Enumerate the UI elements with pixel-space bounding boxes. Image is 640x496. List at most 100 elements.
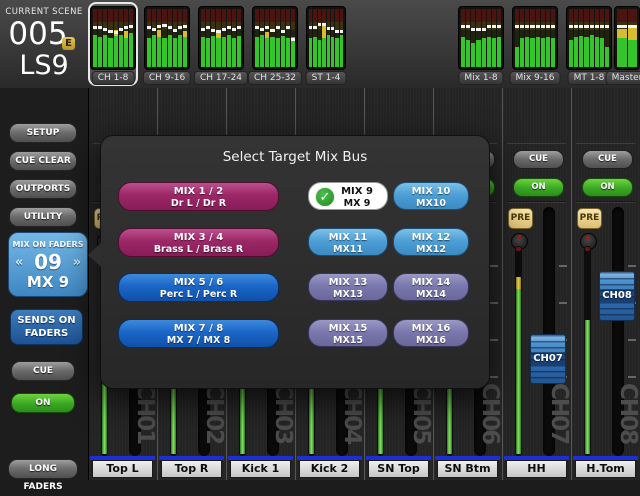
meter-bar bbox=[605, 9, 609, 67]
meter-group-label: Master bbox=[606, 71, 640, 85]
button-line2: MX10 bbox=[394, 198, 468, 209]
meter-bar bbox=[530, 9, 534, 67]
channel-name-ch08[interactable]: H.Tom bbox=[575, 460, 636, 478]
channel-id-watermark: CH02 bbox=[203, 383, 225, 457]
channel-strip-ch08: CUEONPRECH08CH08H.Tom bbox=[572, 88, 640, 480]
knob-indicator bbox=[517, 235, 521, 239]
button-line2: MX 7 / MX 8 bbox=[119, 335, 278, 346]
button-line1: MIX 13 bbox=[309, 277, 387, 289]
on-button[interactable]: ON bbox=[582, 178, 633, 197]
cue-master-button[interactable]: CUE bbox=[11, 361, 75, 381]
cue-clear-button[interactable]: CUE CLEAR bbox=[9, 151, 77, 171]
sends-on-faders-button[interactable]: SENDS ON FADERS bbox=[10, 309, 83, 345]
meter-bar bbox=[124, 9, 128, 67]
channel-name-ch07[interactable]: HH bbox=[506, 460, 567, 478]
meter-bar bbox=[309, 9, 312, 67]
mix-pair-button-mix-7-8[interactable]: MIX 7 / 8MX 7 / MX 8 bbox=[118, 319, 279, 348]
mix-pair-button-mix-3-4[interactable]: MIX 3 / 4Brass L / Brass R bbox=[118, 228, 279, 257]
meter-bar bbox=[492, 9, 496, 67]
meter-group-ch-1-8[interactable]: CH 1-8 bbox=[90, 4, 136, 84]
meter-group-mt-1-8[interactable]: MT 1-8 bbox=[566, 4, 612, 84]
fader-tick bbox=[559, 302, 567, 304]
mix-on-faders-title: MIX ON FADERS bbox=[9, 240, 87, 249]
meter-display bbox=[458, 6, 504, 70]
meter-bar bbox=[461, 9, 465, 67]
mix-button-mix-15[interactable]: MIX 15MX15 bbox=[308, 319, 388, 347]
meter-bar bbox=[206, 9, 210, 67]
channel-name-ch04[interactable]: Kick 2 bbox=[299, 460, 360, 478]
channel-name-ch06[interactable]: SN Btm bbox=[437, 460, 498, 478]
mix-button-mix-9[interactable]: ✓MIX 9MX 9 bbox=[308, 182, 388, 210]
meter-group-st-1-4[interactable]: ST 1-4 bbox=[306, 4, 346, 84]
fader-tick bbox=[490, 376, 498, 378]
utility-button[interactable]: UTILITY bbox=[9, 207, 77, 227]
clip-led bbox=[585, 247, 590, 251]
fader-cap-ch07[interactable]: CH07 bbox=[530, 334, 566, 384]
channel-strip-ch07: CUEONPRECH07CH07HH bbox=[503, 88, 572, 480]
cue-button[interactable]: CUE bbox=[582, 150, 633, 169]
meter-group-mix-9-16[interactable]: Mix 9-16 bbox=[512, 4, 558, 84]
sidebar: SETUP CUE CLEAR OUTPORTS UTILITY MIX ON … bbox=[0, 88, 89, 480]
button-line2: MX15 bbox=[309, 335, 387, 346]
meter-bar bbox=[600, 9, 604, 67]
mix-button-mix-12[interactable]: MIX 12MX12 bbox=[393, 228, 469, 256]
button-line2: MX12 bbox=[394, 244, 468, 255]
meter-bar bbox=[119, 9, 123, 67]
button-line2: MX 9 bbox=[327, 198, 387, 209]
fader-cap-label: CH08 bbox=[600, 289, 634, 302]
sends-on-faders-line2: FADERS bbox=[25, 328, 68, 339]
button-line1: MIX 5 / 6 bbox=[119, 277, 278, 289]
fader-cap-label: CH07 bbox=[531, 352, 565, 365]
on-master-button[interactable]: ON bbox=[11, 393, 75, 413]
meter-group-ch-9-16[interactable]: CH 9-16 bbox=[144, 4, 190, 84]
cue-button[interactable]: CUE bbox=[513, 150, 564, 169]
meter-group-master[interactable]: Master bbox=[614, 4, 640, 84]
meter-bar bbox=[93, 9, 97, 67]
channel-name-ch01[interactable]: Top L bbox=[92, 460, 153, 478]
meter-bar bbox=[201, 9, 205, 67]
meter-bar bbox=[162, 9, 166, 67]
meter-bar bbox=[515, 9, 519, 67]
next-mix-arrow-icon[interactable]: » bbox=[73, 255, 81, 270]
mix-button-mix-14[interactable]: MIX 14MX14 bbox=[393, 273, 469, 301]
long-faders-button[interactable]: LONG FADERS bbox=[8, 459, 78, 479]
meter-bar bbox=[327, 9, 330, 67]
meter-bar bbox=[227, 9, 231, 67]
mix-on-faders-panel[interactable]: MIX ON FADERS « 09 » MX 9 bbox=[8, 232, 88, 297]
fader-tick bbox=[490, 302, 498, 304]
button-line1: MIX 1 / 2 bbox=[119, 186, 278, 198]
pre-badge[interactable]: PRE bbox=[577, 208, 602, 229]
meter-bar bbox=[476, 9, 480, 67]
meter-bar bbox=[335, 9, 338, 67]
mix-button-mix-11[interactable]: MIX 11MX11 bbox=[308, 228, 388, 256]
meter-bar bbox=[574, 9, 578, 67]
mix-button-mix-13[interactable]: MIX 13MX13 bbox=[308, 273, 388, 301]
meter-display bbox=[614, 6, 640, 70]
channel-name-ch03[interactable]: Kick 1 bbox=[230, 460, 291, 478]
meter-bar bbox=[628, 9, 638, 67]
divider bbox=[576, 201, 635, 203]
channel-name-ch05[interactable]: SN Top bbox=[368, 460, 429, 478]
meter-group-mix-1-8[interactable]: Mix 1-8 bbox=[458, 4, 504, 84]
outports-button[interactable]: OUTPORTS bbox=[9, 179, 77, 199]
mix-pair-button-mix-1-2[interactable]: MIX 1 / 2Dr L / Dr R bbox=[118, 182, 279, 211]
meter-group-ch-17-24[interactable]: CH 17-24 bbox=[198, 4, 244, 84]
meter-bar bbox=[270, 9, 274, 67]
button-line1: MIX 3 / 4 bbox=[119, 232, 278, 244]
channel-id-watermark: CH01 bbox=[134, 383, 156, 457]
console-model-label: LS9 bbox=[0, 50, 88, 81]
setup-button[interactable]: SETUP bbox=[9, 123, 77, 143]
on-button[interactable]: ON bbox=[513, 178, 564, 197]
meter-bar bbox=[466, 9, 470, 67]
channel-id-watermark: CH03 bbox=[272, 383, 294, 457]
pre-badge[interactable]: PRE bbox=[508, 208, 533, 229]
mix-button-mix-16[interactable]: MIX 16MX16 bbox=[393, 319, 469, 347]
current-scene-display: CURRENT SCENE 005 E LS9 bbox=[0, 0, 88, 88]
mix-pair-button-mix-5-6[interactable]: MIX 5 / 6Perc L / Perc R bbox=[118, 273, 279, 302]
meter-group-ch-25-32[interactable]: CH 25-32 bbox=[252, 4, 298, 84]
divider bbox=[507, 143, 566, 144]
meter-bar bbox=[471, 9, 475, 67]
mix-button-mix-10[interactable]: MIX 10MX10 bbox=[393, 182, 469, 210]
channel-name-ch02[interactable]: Top R bbox=[161, 460, 222, 478]
fader-cap-ch08[interactable]: CH08 bbox=[599, 271, 635, 321]
